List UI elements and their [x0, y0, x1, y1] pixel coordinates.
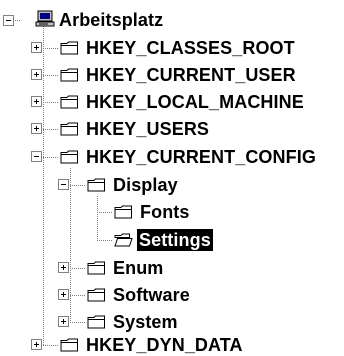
tree-line [70, 295, 85, 296]
tree-line [43, 26, 44, 345]
tree-line [43, 48, 58, 49]
collapse-toggle-icon[interactable] [58, 179, 69, 190]
tree-node-hkey-dyn-data[interactable]: HKEY_DYN_DATA [84, 334, 245, 356]
tree-line [43, 345, 58, 346]
folder-icon [114, 205, 133, 219]
folder-icon [60, 68, 79, 82]
tree-line [43, 157, 58, 158]
tree-node-hkey-users[interactable]: HKEY_USERS [84, 118, 211, 140]
folder-icon [60, 41, 79, 55]
open-folder-icon [114, 233, 133, 247]
tree-line [97, 212, 112, 213]
tree-line [70, 168, 71, 323]
collapse-toggle-icon[interactable] [31, 151, 42, 162]
folder-icon [87, 315, 106, 329]
collapse-toggle-icon[interactable] [3, 15, 14, 26]
tree-node-hkey-classes-root[interactable]: HKEY_CLASSES_ROOT [84, 37, 297, 59]
tree-line [43, 129, 58, 130]
expand-toggle-icon[interactable] [58, 316, 69, 327]
tree-node-hkey-current-user[interactable]: HKEY_CURRENT_USER [84, 64, 298, 86]
tree-node-settings[interactable]: Settings [137, 229, 213, 251]
folder-icon [87, 261, 106, 275]
folder-icon [60, 150, 79, 164]
expand-toggle-icon[interactable] [31, 69, 42, 80]
computer-icon [34, 10, 56, 28]
registry-tree: Arbeitsplatz HKEY_CLASSES_ROOT HKEY_CURR… [0, 0, 344, 356]
expand-toggle-icon[interactable] [31, 339, 42, 350]
tree-node-system[interactable]: System [111, 311, 180, 333]
tree-node-arbeitsplatz[interactable]: Arbeitsplatz [57, 9, 165, 31]
tree-line [70, 185, 85, 186]
tree-node-hkey-local-machine[interactable]: HKEY_LOCAL_MACHINE [84, 91, 306, 113]
expand-toggle-icon[interactable] [58, 262, 69, 273]
folder-icon [60, 338, 79, 352]
tree-line [70, 268, 85, 269]
folder-icon [87, 178, 106, 192]
expand-toggle-icon[interactable] [58, 289, 69, 300]
expand-toggle-icon[interactable] [31, 42, 42, 53]
expand-toggle-icon[interactable] [31, 123, 42, 134]
tree-line [70, 322, 85, 323]
folder-icon [87, 288, 106, 302]
tree-node-fonts[interactable]: Fonts [138, 201, 192, 223]
tree-node-display[interactable]: Display [111, 174, 180, 196]
expand-toggle-icon[interactable] [31, 96, 42, 107]
tree-line [43, 75, 58, 76]
tree-line [97, 240, 112, 241]
tree-node-enum[interactable]: Enum [111, 257, 165, 279]
tree-node-hkey-current-config[interactable]: HKEY_CURRENT_CONFIG [84, 146, 318, 168]
tree-line [43, 102, 58, 103]
folder-icon [60, 95, 79, 109]
folder-icon [60, 122, 79, 136]
tree-line [97, 196, 98, 241]
tree-node-software[interactable]: Software [111, 284, 192, 306]
